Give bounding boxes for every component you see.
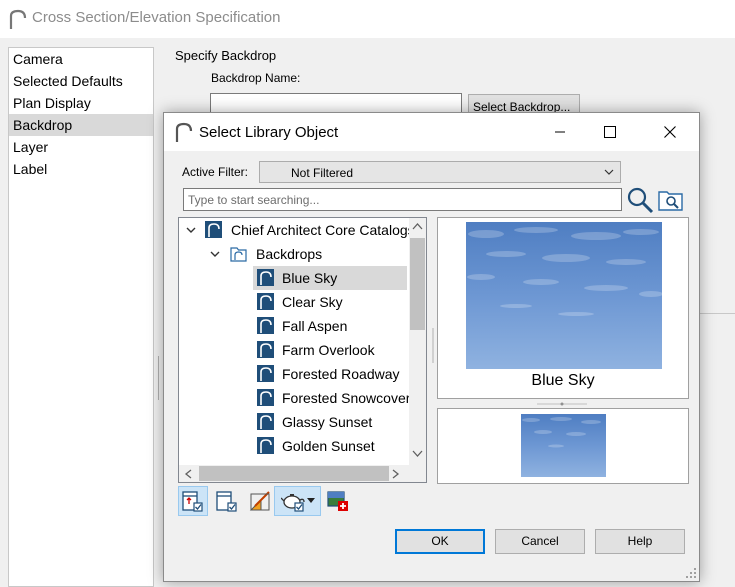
tree-item-blue-sky[interactable]: Blue Sky [253,266,407,290]
active-filter-dropdown[interactable]: Not Filtered [259,161,621,183]
backdrop-icon [257,293,274,310]
tree-item-label: Farm Overlook [282,342,375,358]
catalog-icon [205,221,222,238]
chevron-left-icon[interactable] [184,469,192,479]
tree-item-glassy-sunset[interactable]: Glassy Sunset [253,410,407,434]
backdrop-icon [257,389,274,406]
tree-item-label: Glassy Sunset [282,414,373,430]
maximize-icon [604,126,616,138]
backdrop-icon [257,437,274,454]
toolbar-button-show-in-browser[interactable] [178,486,208,516]
category-list[interactable]: Camera Selected Defaults Plan Display Ba… [8,47,154,587]
close-button[interactable] [642,113,698,151]
close-icon [664,126,676,138]
ok-button[interactable]: OK [395,529,485,554]
tree-horizontal-scrollbar[interactable] [179,465,409,482]
nav-item-layer[interactable]: Layer [9,136,153,158]
minimize-button[interactable] [532,113,588,151]
tree-item-clear-sky[interactable]: Clear Sky [253,290,407,314]
backdrop-icon [257,413,274,430]
toolbar-button-material[interactable] [245,486,275,516]
nav-item-selected-defaults[interactable]: Selected Defaults [9,70,153,92]
library-tree[interactable]: Chief Architect Core Catalogs Backdrops … [178,217,427,483]
backdrop-icon [257,269,274,286]
help-button[interactable]: Help [595,529,685,554]
vertical-scroll-thumb[interactable] [410,238,425,330]
backdrop-name-label: Backdrop Name: [211,71,301,85]
divider [700,313,735,314]
backdrop-preview-image [466,222,662,369]
maximize-button[interactable] [582,113,638,151]
toolbar-button-add-backdrop[interactable] [323,486,353,516]
tree-item-fall-aspen[interactable]: Fall Aspen [253,314,407,338]
dropdown-arrow-icon [306,498,315,503]
scroll-corner [409,465,426,482]
dialog-titlebar[interactable]: Select Library Object [164,113,699,151]
tree-item-label: Forested Roadway [282,366,400,382]
add-backdrop-icon [327,491,348,511]
tree-item-farm-overlook[interactable]: Farm Overlook [253,338,407,362]
tree-row-catalog[interactable]: Chief Architect Core Catalogs [179,218,415,242]
chevron-down-icon[interactable] [185,224,197,236]
active-filter-label: Active Filter: [182,165,249,179]
folder-label: Backdrops [256,246,323,262]
tree-item-label: Forested Snowcovered [282,390,426,406]
active-filter-value: Not Filtered [291,166,354,180]
chevron-up-icon[interactable] [412,222,423,230]
backdrop-icon [257,341,274,358]
toolbar-button-filter-dropdown[interactable] [274,486,321,516]
preview-label: Blue Sky [531,372,595,389]
search-input[interactable] [183,188,622,211]
backdrop-icon [257,365,274,382]
tree-item-label: Fall Aspen [282,318,348,334]
folder-icon [230,247,247,262]
tree-item-label: Golden Sunset [282,438,375,454]
select-library-object-dialog: Select Library Object Active Filter: Not… [163,112,700,582]
chevron-down-icon[interactable] [209,248,221,260]
preview-panel: Blue Sky [437,217,689,399]
chief-architect-logo-icon [9,9,27,29]
cloud-texture [522,417,601,448]
magnifier-icon[interactable] [626,186,654,214]
nav-item-backdrop[interactable]: Backdrop [9,114,153,136]
vertical-splitter[interactable] [432,328,434,363]
chevron-right-icon[interactable] [392,469,400,479]
toolbar-button-select-items[interactable] [212,486,242,516]
nav-item-camera[interactable]: Camera [9,48,153,70]
chevron-down-icon [604,169,614,175]
chevron-down-icon[interactable] [412,450,423,458]
thumbnail-panel [437,408,689,484]
window-checklist-icon [216,491,237,512]
tree-item-label: Clear Sky [282,294,343,310]
teapot-check-icon [280,494,305,512]
horizontal-scroll-thumb[interactable] [199,466,389,481]
nav-item-label[interactable]: Label [9,158,153,180]
tree-vertical-scrollbar[interactable] [409,218,426,465]
tree-row-backdrops-folder[interactable]: Backdrops [179,242,409,266]
minimize-icon [555,131,565,133]
chief-architect-logo-icon [175,122,193,142]
panel-splitter[interactable] [157,356,160,400]
main-window-title: Cross Section/Elevation Specification [32,9,281,26]
horizontal-splitter[interactable] [537,402,587,406]
tree-item-golden-sunset[interactable]: Golden Sunset [253,434,407,458]
backdrop-thumbnail-image[interactable] [521,414,606,477]
material-icon [249,491,270,511]
specify-backdrop-group-label: Specify Backdrop [175,48,277,63]
folder-search-icon[interactable] [658,188,684,212]
tree-item-forested-snowcovered[interactable]: Forested Snowcovered [253,386,426,410]
tree-item-forested-roadway[interactable]: Forested Roadway [253,362,407,386]
dialog-title: Select Library Object [199,124,339,141]
backdrop-icon [257,317,274,334]
nav-item-plan-display[interactable]: Plan Display [9,92,153,114]
resize-grip-icon[interactable] [685,567,697,579]
main-titlebar: Cross Section/Elevation Specification [0,0,735,38]
browser-checklist-icon [182,491,203,512]
cancel-button[interactable]: Cancel [495,529,585,554]
tree-item-label: Blue Sky [282,270,338,286]
cloud-texture [467,227,662,316]
catalog-label: Chief Architect Core Catalogs [231,222,415,238]
